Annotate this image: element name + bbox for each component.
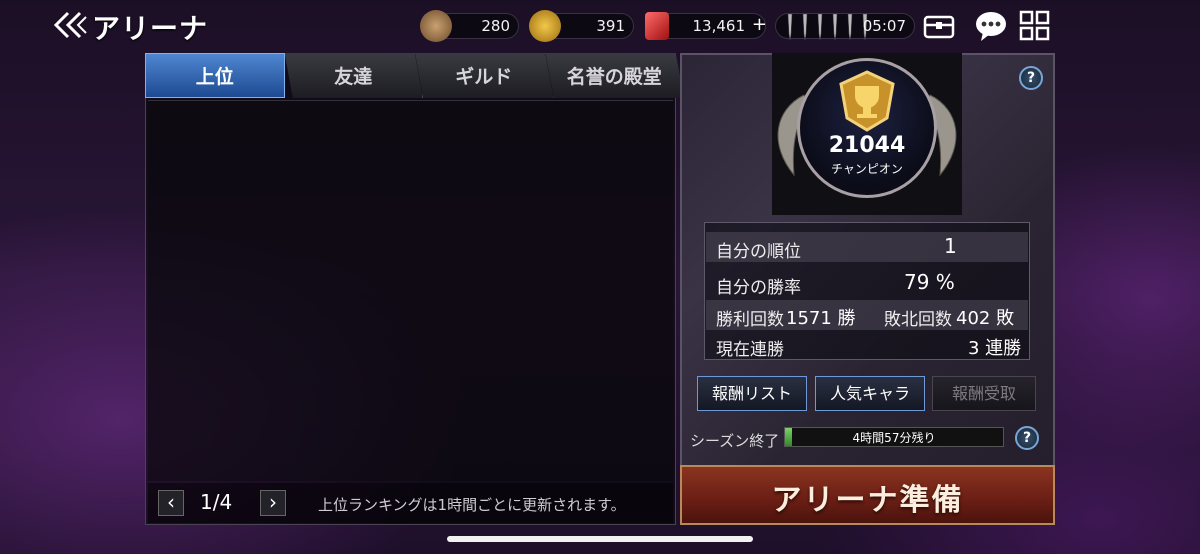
ranking-update-note: 上位ランキングは1時間ごとに更新されます。	[318, 496, 626, 514]
prev-page-button[interactable]: ‹	[158, 490, 184, 516]
question-icon: ?	[1026, 70, 1036, 86]
tab-guild[interactable]: ギルド	[415, 53, 554, 98]
grid-menu-icon	[1019, 10, 1050, 41]
season-remaining-text: 4時間57分残り	[852, 431, 936, 445]
tab-friends[interactable]: 友達	[284, 53, 423, 98]
help-button[interactable]: ?	[1019, 66, 1043, 90]
gem-counter[interactable]: 13,461 +	[645, 12, 767, 40]
crossed-swords-icon	[420, 10, 452, 42]
red-gem-icon	[645, 12, 669, 40]
medal-icon	[529, 10, 561, 42]
season-help-button[interactable]: ?	[1015, 426, 1039, 450]
rank-title: チャンピオン	[831, 162, 903, 176]
rank-value: 1	[944, 234, 957, 258]
arena-prepare-button[interactable]: アリーナ準備	[680, 465, 1055, 525]
chest-button[interactable]	[921, 8, 957, 44]
losses-value: 402 敗	[956, 308, 1015, 329]
chevron-left-icon: ‹	[167, 490, 175, 514]
chat-button[interactable]	[973, 8, 1009, 44]
chat-bubble-icon	[976, 12, 1006, 41]
gold-medal-counter: 391	[529, 10, 634, 42]
claim-reward-button[interactable]: 報酬受取	[932, 376, 1036, 411]
arena-score: 21044	[828, 133, 906, 158]
page-indicator: 1/4	[200, 490, 233, 514]
ranking-tabs: 上位 友達 ギルド 名誉の殿堂	[145, 53, 684, 98]
season-end-label: シーズン終了	[690, 432, 780, 450]
stamina-counter: 05:07	[775, 13, 915, 41]
reward-list-button[interactable]: 報酬リスト	[697, 376, 807, 411]
stat-row-rank: 自分の順位 1	[706, 232, 1028, 262]
dagger-stamina-icon	[787, 13, 868, 41]
add-gems-icon[interactable]: +	[752, 14, 767, 35]
stat-row-streak: 現在連勝 3 連勝	[706, 330, 1028, 360]
sword-medal-counter: 280	[420, 10, 519, 42]
page-title: アリーナ	[92, 12, 209, 45]
next-page-button[interactable]: ›	[260, 490, 286, 516]
menu-button[interactable]	[1017, 8, 1053, 44]
ranking-list[interactable]	[148, 100, 673, 481]
treasure-chest-icon	[923, 15, 955, 39]
wins-value: 1571 勝	[786, 308, 856, 329]
double-chevron-left-icon	[53, 11, 87, 39]
question-icon: ?	[1022, 430, 1032, 446]
stat-row-wins-losses: 勝利回数 1571 勝 敗北回数 402 敗	[706, 300, 1028, 330]
home-indicator[interactable]	[447, 536, 753, 542]
tab-hall-of-fame[interactable]: 名誉の殿堂	[545, 53, 684, 98]
winrate-value: 79 %	[904, 270, 955, 294]
season-progress-bar: 4時間57分残り	[784, 427, 1004, 447]
streak-value: 3 連勝	[968, 338, 1022, 359]
back-button[interactable]	[50, 8, 90, 42]
tab-top[interactable]: 上位	[145, 53, 285, 98]
popular-characters-button[interactable]: 人気キャラ	[815, 376, 925, 411]
trophy-badge-icon	[839, 70, 895, 132]
stat-row-winrate: 自分の勝率 79 %	[716, 270, 955, 298]
chevron-right-icon: ›	[269, 490, 277, 514]
